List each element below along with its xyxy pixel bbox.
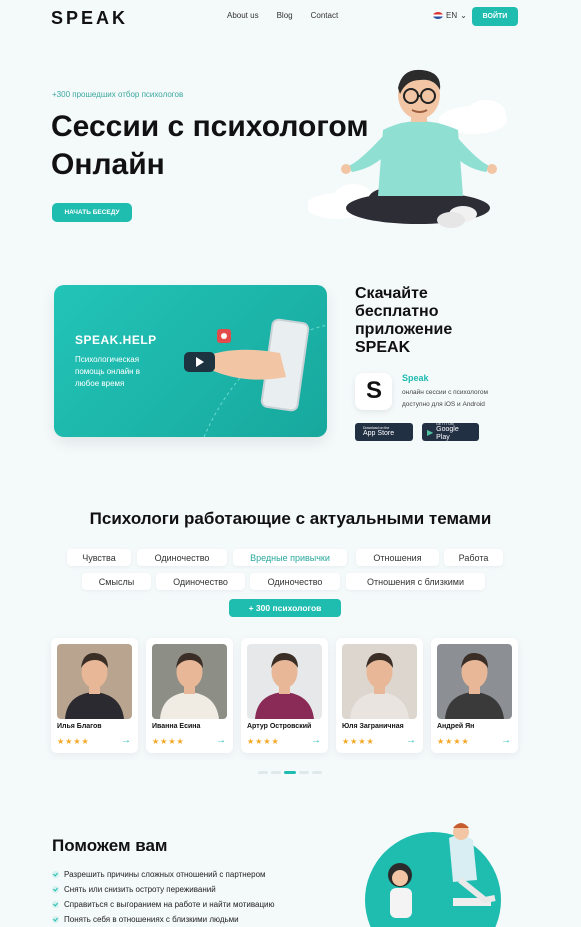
rating-stars: ★★★★ [152,737,185,746]
carousel-dot[interactable] [299,771,309,774]
psychologist-card[interactable]: Юля Заграничная ★★★★ → [336,638,423,753]
carousel-dots [258,771,322,774]
help-title: Поможем вам [52,836,168,855]
promo-video-card[interactable]: SPEAK.HELP Психологическая помощь онлайн… [54,285,327,437]
arrow-right-icon[interactable]: → [216,735,226,746]
check-icon [52,901,59,908]
topic-chip[interactable]: Чувства [67,549,131,566]
download-title: Скачайте бесплатно приложение SPEAK [355,285,453,356]
rating-stars: ★★★★ [437,737,470,746]
psychologist-name: Артур Островский [247,723,312,730]
nav-contact[interactable]: Contact [311,11,339,20]
hero-subtitle: +300 прошедших отбор психологов [52,90,184,99]
psychologist-name: Илья Благов [57,723,102,730]
avatar [342,644,417,719]
app-description: онлайн сессии с психологом доступно для … [402,389,488,408]
help-item: Понять себя в отношениях с близкими людь… [52,912,275,927]
check-icon [52,916,59,923]
arrow-right-icon[interactable]: → [406,735,416,746]
rating-stars: ★★★★ [247,737,280,746]
carousel-dot[interactable] [258,771,268,774]
topics-title: Психологи работающие с актуальными темам… [89,509,492,528]
topic-chip-active[interactable]: Вредные привычки [233,549,347,566]
help-item: Справиться с выгоранием на работе и найт… [52,897,275,912]
carousel-dot-active[interactable] [284,771,296,774]
rating-stars: ★★★★ [57,737,90,746]
nav-about[interactable]: About us [227,11,259,20]
check-icon [52,871,59,878]
arrow-right-icon[interactable]: → [311,735,321,746]
help-item: Разрешить причины сложных отношений с па… [52,867,275,882]
topic-chip[interactable]: Смыслы [82,573,151,590]
chevron-down-icon: ⌄ [460,11,467,20]
arrow-right-icon[interactable]: → [501,735,511,746]
support-illustration [365,823,501,927]
us-flag-icon [433,12,443,19]
psychologist-name: Иванна Есина [152,723,201,730]
google-play-button[interactable]: ▶ GET IT ON Google Play [422,422,479,441]
psychologist-name: Андрей Ян [437,723,475,730]
language-selector[interactable]: EN ⌄ [433,11,467,20]
meditating-man-illustration [308,69,507,228]
psychologist-card[interactable]: Илья Благов ★★★★ → [51,638,138,753]
start-chat-button[interactable]: НАЧАТЬ БЕСЕДУ [52,203,132,222]
avatar [152,644,227,719]
help-list: Разрешить причины сложных отношений с па… [52,867,275,927]
psychologist-card[interactable]: Андрей Ян ★★★★ → [431,638,518,753]
avatar [57,644,132,719]
carousel-dot[interactable] [312,771,322,774]
arrow-right-icon[interactable]: → [121,735,131,746]
avatar [437,644,512,719]
rating-stars: ★★★★ [342,737,375,746]
app-name: Speak [402,373,429,383]
google-play-icon: ▶ [427,427,434,437]
logo[interactable]: SPEAK [51,8,128,29]
topic-chip[interactable]: Одиночество [250,573,340,590]
psychologist-card[interactable]: Артур Островский ★★★★ → [241,638,328,753]
psychologist-card[interactable]: Иванна Есина ★★★★ → [146,638,233,753]
topic-chip[interactable]: Отношения [356,549,439,566]
main-nav: About us Blog Contact [227,11,338,20]
topic-chip[interactable]: Работа [444,549,503,566]
topic-chip[interactable]: Одиночество [137,549,227,566]
language-label: EN [446,11,458,20]
video-text: Психологическая помощь онлайн в любое вр… [75,355,141,388]
check-icon [52,886,59,893]
help-item: Снять или снизить остроту переживаний [52,882,275,897]
topic-chip[interactable]: Одиночество [156,573,245,590]
topic-chip[interactable]: Отношения с близкими [346,573,485,590]
speak-app-icon: S [355,373,392,410]
app-store-button[interactable]: Download on the App Store [355,423,413,441]
carousel-dot[interactable] [271,771,281,774]
psychologist-name: Юля Заграничная [342,723,404,730]
login-button[interactable]: ВОЙТИ [472,7,518,26]
nav-blog[interactable]: Blog [277,11,293,20]
more-psychologists-button[interactable]: + 300 психологов [229,599,341,617]
play-icon[interactable] [184,352,215,372]
avatar [247,644,322,719]
video-title: SPEAK.HELP [75,333,157,347]
